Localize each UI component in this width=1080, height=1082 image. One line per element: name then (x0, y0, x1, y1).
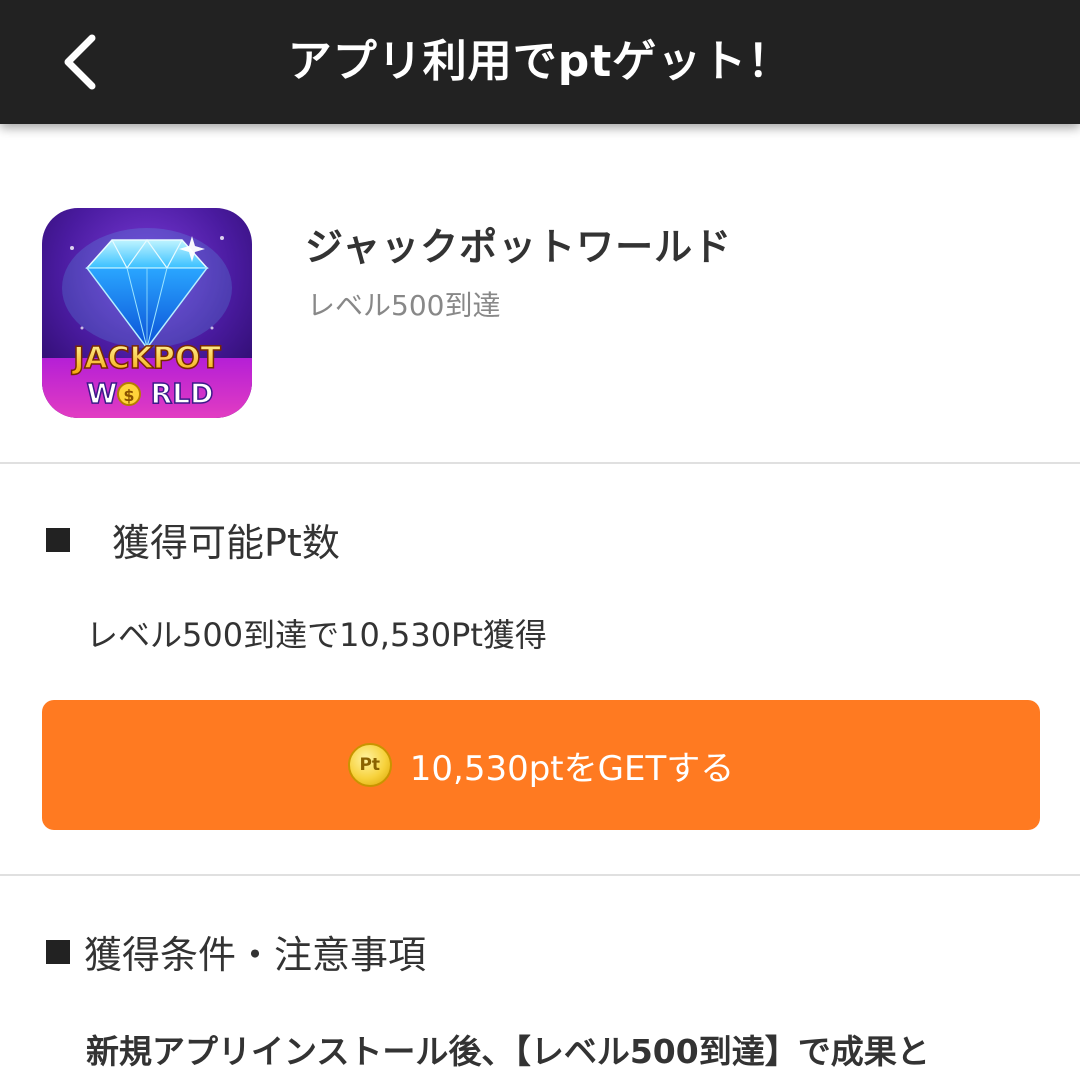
square-bullet-icon (46, 527, 70, 552)
points-section-heading: 獲得可能Pt数 (46, 512, 340, 567)
terms-text: 新規アプリインストール後、【レベル500到達】で成果と (86, 1032, 930, 1071)
svg-text:W: W (87, 377, 118, 410)
jackpot-world-logo-icon: JACKPOT W $ RLD (42, 208, 252, 418)
app-header: アプリ利用でptゲット！ (0, 0, 1080, 124)
svg-text:RLD: RLD (151, 377, 214, 410)
square-bullet-icon (46, 939, 70, 964)
app-info: JACKPOT W $ RLD ジャックポットワールド レベル500到達 (0, 124, 1080, 462)
divider (0, 874, 1080, 876)
app-condition: レベル500到達 (307, 289, 501, 322)
points-description: レベル500到達で10,530Pt獲得 (86, 616, 547, 654)
chevron-left-icon (64, 34, 96, 90)
app-name: ジャックポットワールド (305, 225, 733, 269)
terms-section-heading: 獲得条件・注意事項 (46, 924, 426, 979)
svg-text:$: $ (123, 386, 134, 405)
pt-coin-icon: Pt (347, 743, 392, 787)
app-icon[interactable]: JACKPOT W $ RLD (42, 208, 252, 418)
svg-text:JACKPOT: JACKPOT (71, 341, 221, 376)
terms-heading-label: 獲得条件・注意事項 (84, 933, 427, 977)
points-heading-label: 獲得可能Pt数 (112, 521, 340, 565)
page-title: アプリ利用でptゲット！ (287, 36, 793, 87)
get-points-button[interactable]: Pt 10,530ptをGETする (42, 700, 1040, 830)
back-button[interactable] (40, 22, 120, 102)
get-points-button-label: 10,530ptをGETする (409, 748, 735, 789)
divider (0, 462, 1080, 464)
